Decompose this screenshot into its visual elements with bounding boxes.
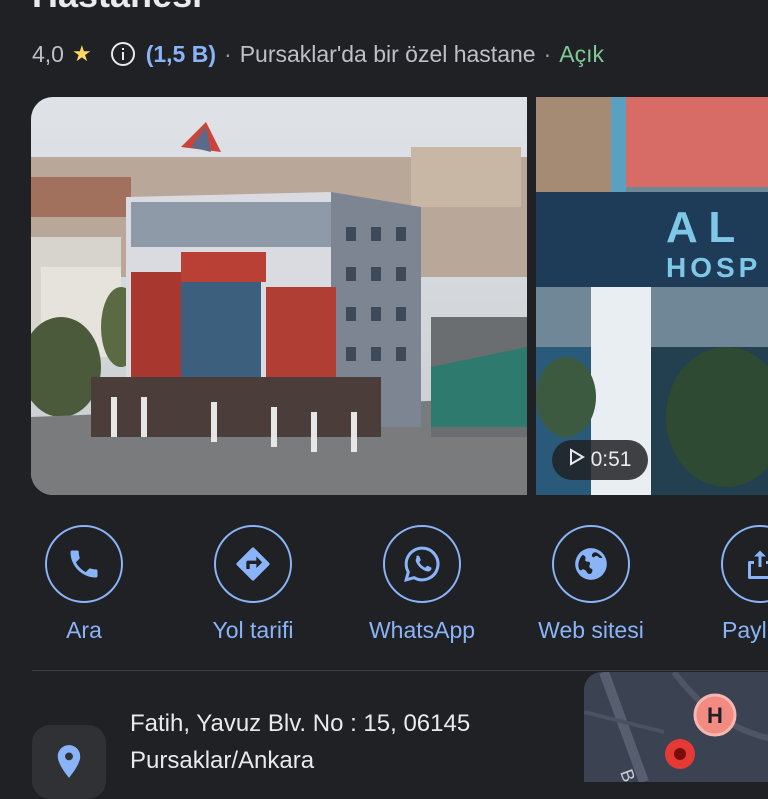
info-icon[interactable] <box>110 41 136 67</box>
svg-text:H: H <box>707 703 723 728</box>
play-icon <box>569 448 585 472</box>
directions-button[interactable]: Yol tarifi <box>178 525 328 644</box>
share-label: Payl <box>722 617 767 643</box>
whatsapp-label: WhatsApp <box>368 617 476 643</box>
svg-text:HOSP: HOSP <box>666 252 761 283</box>
video-duration-badge: 0:51 <box>552 440 648 480</box>
hospital-sign-video[interactable]: A L HOSP <box>536 97 768 495</box>
place-category: Pursaklar'da bir özel hastane <box>239 40 536 67</box>
map-pin-icon <box>665 739 695 769</box>
website-label: Web sitesi <box>538 617 644 643</box>
whatsapp-icon <box>383 525 461 603</box>
share-icon <box>721 525 768 603</box>
place-title: Hastanesi <box>32 0 202 16</box>
call-button[interactable]: Ara <box>9 525 159 644</box>
phone-icon <box>45 525 123 603</box>
address-line-1[interactable]: Fatih, Yavuz Blv. No : 15, 06145 <box>130 710 470 738</box>
map-thumbnail[interactable]: Bele H <box>584 672 768 782</box>
location-pin-icon <box>32 725 106 799</box>
directions-label: Yol tarifi <box>212 617 294 643</box>
video-duration: 0:51 <box>590 448 632 471</box>
reviews-count-link[interactable]: (1,5 B) <box>146 41 216 68</box>
action-buttons-row: Ara Yol tarifi WhatsApp Web sitesi Payl <box>0 525 768 655</box>
call-label: Ara <box>66 617 102 643</box>
website-button[interactable]: Web sitesi <box>516 525 666 644</box>
section-divider <box>32 670 768 671</box>
directions-icon <box>214 525 292 603</box>
hospital-marker-icon: H <box>693 693 737 737</box>
svg-text:A L: A L <box>666 203 735 252</box>
place-meta-row: 4,0 ★ (1,5 B) · Pursaklar'da bir özel ha… <box>32 36 604 72</box>
open-status: Açık <box>559 40 604 67</box>
star-icon: ★ <box>71 41 92 66</box>
rating-value: 4,0 <box>32 40 64 67</box>
hospital-photo[interactable] <box>31 97 527 495</box>
share-button[interactable]: Payl <box>685 525 768 644</box>
globe-icon <box>552 525 630 603</box>
address-line-2[interactable]: Pursaklar/Ankara <box>130 747 314 775</box>
separator-dot: · <box>543 40 552 67</box>
separator-dot: · <box>224 40 232 67</box>
whatsapp-button[interactable]: WhatsApp <box>347 525 497 644</box>
